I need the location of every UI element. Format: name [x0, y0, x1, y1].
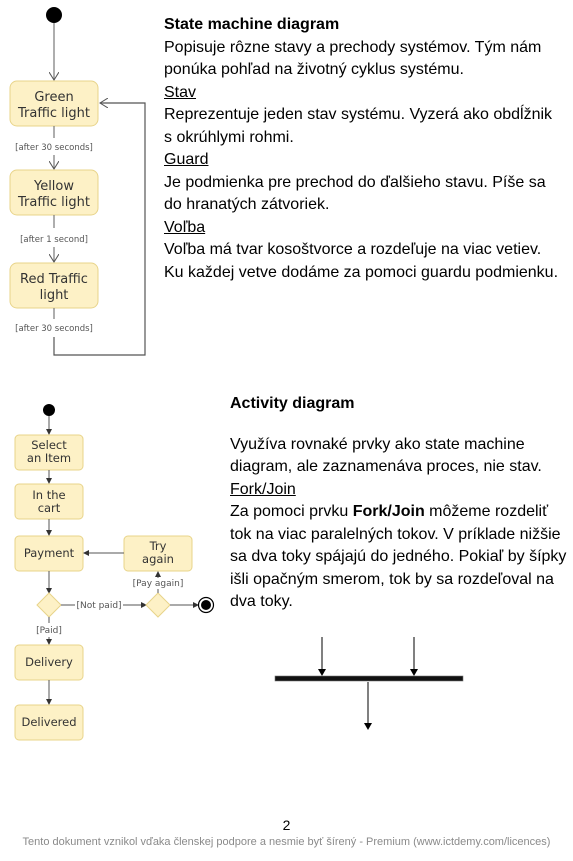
guard-label: [after 30 seconds]: [15, 143, 93, 153]
term-heading: Stav: [164, 83, 197, 101]
state-label: light: [40, 288, 69, 303]
join-bar: [274, 675, 464, 682]
term-heading: Guard: [164, 151, 209, 168]
action-label: again: [142, 552, 174, 566]
action-label: Select: [31, 438, 67, 452]
state-machine-section: State machine diagram Popisuje rôzne sta…: [164, 14, 564, 284]
action-label: Delivery: [25, 655, 73, 669]
state-label: Traffic light: [17, 106, 90, 121]
state-yellow: Yellow Traffic light: [9, 169, 99, 216]
decision-node: [36, 592, 62, 618]
state-label: Traffic light: [17, 195, 90, 210]
final-node: [197, 596, 215, 614]
state-green: Green Traffic light: [9, 80, 99, 127]
state-label: Green: [34, 90, 73, 105]
activity-initial-node: [43, 404, 55, 416]
action-delivery: Delivery: [14, 644, 84, 681]
guard-label: [Not paid]: [76, 601, 121, 611]
action-label: Payment: [24, 546, 75, 560]
section-intro: Popisuje rôzne stavy a prechody systémov…: [164, 38, 542, 79]
term-heading: Voľba: [164, 218, 206, 236]
fork-join-diagram: [274, 637, 464, 730]
action-label: Delivered: [21, 715, 76, 729]
guard-label: [Paid]: [36, 626, 62, 636]
action-payment: Payment: [14, 535, 84, 572]
action-delivered: Delivered: [14, 704, 84, 741]
term-description: Voľba má tvar kosoštvorce a rozdeľuje na…: [164, 241, 559, 281]
action-label: an Item: [27, 451, 71, 465]
section-title: Activity diagram: [230, 395, 355, 412]
state-red: Red Traffic light: [9, 262, 99, 309]
desc-prefix: Za pomoci prvku: [230, 503, 353, 520]
desc-bold-term: Fork/Join: [352, 503, 425, 520]
action-in-the-cart: In the cart: [14, 483, 84, 520]
action-label: In the: [32, 488, 65, 502]
term-description: Reprezentuje jeden stav systému. Vyzerá …: [164, 106, 553, 146]
term-heading: Fork/Join: [230, 480, 296, 498]
guard-label: [Pay again]: [133, 579, 184, 589]
state-label: Yellow: [33, 179, 74, 194]
loop-back-arrow: [53, 103, 146, 356]
initial-node: [46, 7, 62, 23]
guard-label: [after 1 second]: [20, 235, 88, 245]
term-description: Za pomoci prvku Fork/Join môžeme rozdeli…: [230, 501, 568, 614]
action-try-again: Try again: [123, 535, 193, 572]
state-label: Red Traffic: [20, 272, 88, 287]
action-select-item: Select an Item: [14, 434, 84, 471]
action-label: cart: [38, 501, 61, 515]
footer-notice: Tento dokument vznikol vďaka členskej po…: [22, 836, 551, 848]
page-number: 2: [282, 817, 291, 833]
decision-node: [145, 592, 171, 618]
action-label: Try: [149, 539, 167, 553]
section-intro: Využíva rovnaké prvky ako state machine …: [230, 435, 542, 476]
term-description: Je podmienka pre prechod do ďalšieho sta…: [164, 173, 546, 214]
guard-label: [after 30 seconds]: [15, 324, 93, 334]
activity-section: Activity diagram Využíva rovnaké prvky a…: [230, 393, 568, 614]
section-title: State machine diagram: [164, 16, 340, 33]
